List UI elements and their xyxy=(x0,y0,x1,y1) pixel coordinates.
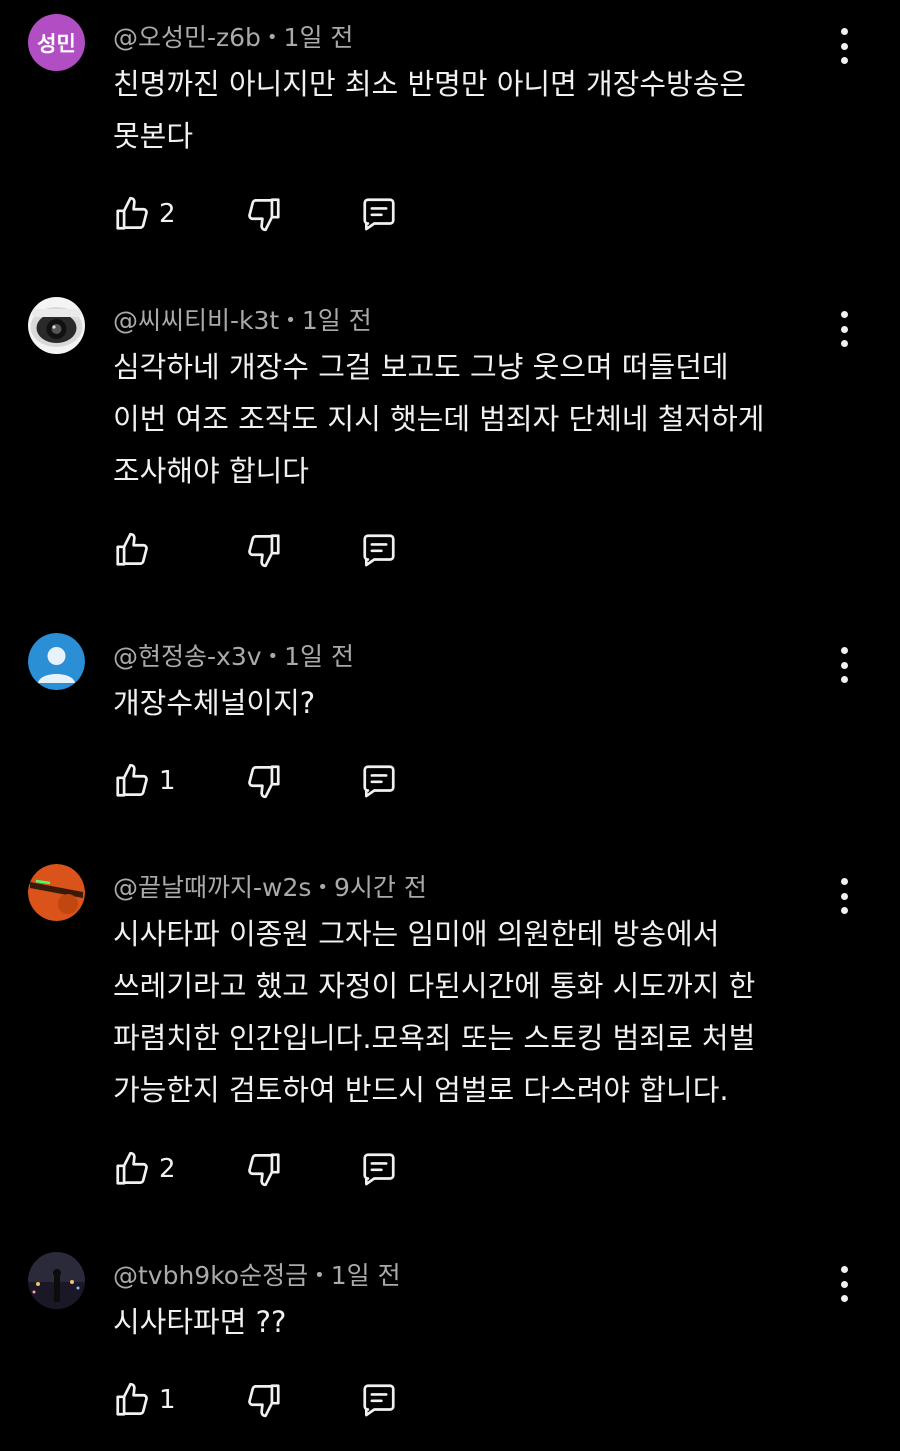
avatar[interactable] xyxy=(28,633,85,690)
reply-button[interactable] xyxy=(360,761,398,801)
comment-text: 심각하네 개장수 그걸 보고도 그냥 웃으며 떠들던데 이번 여조 조작도 지시… xyxy=(113,341,813,497)
author-handle[interactable]: @tvbh9ko순정금 xyxy=(113,1261,308,1290)
like-button[interactable] xyxy=(113,530,159,570)
like-count: 1 xyxy=(159,766,176,796)
comment-line: 쓰레기라고 했고 자정이 다된시간에 통화 시도까지 한 xyxy=(113,969,756,1003)
comment-text: 친명까진 아니지만 최소 반명만 아니면 개장수방송은 못본다 xyxy=(113,58,813,162)
comment-line: 시사타파 이종원 그자는 임미애 의원한테 방송에서 xyxy=(113,917,720,951)
avatar[interactable] xyxy=(28,864,85,921)
thumbs-up-icon xyxy=(116,1151,148,1185)
reply-comment-icon xyxy=(363,534,395,567)
comment-line: 이번 여조 조작도 지시 햇는데 범죄자 단체네 철저하게 xyxy=(113,402,765,436)
like-button[interactable]: 1 xyxy=(113,761,176,801)
more-options-icon[interactable] xyxy=(828,311,860,347)
more-options-icon[interactable] xyxy=(828,1266,860,1302)
comment-meta: @씨씨티비-k3t • 1일 전 xyxy=(113,301,372,337)
comment-text: 시사타파 이종원 그자는 임미애 의원한테 방송에서 쓰레기라고 했고 자정이 … xyxy=(113,908,813,1116)
reply-comment-icon xyxy=(363,1153,395,1186)
comment-actions: 2 xyxy=(113,194,433,234)
dislike-button[interactable] xyxy=(245,1149,283,1189)
comment-line: 가능한지 검토하여 반드시 엄벌로 다스려야 합니다. xyxy=(113,1073,729,1107)
comment-actions: 2 xyxy=(113,1149,433,1189)
dislike-button[interactable] xyxy=(245,530,283,570)
reply-comment-icon xyxy=(363,198,395,231)
timestamp[interactable]: 1일 전 xyxy=(284,642,354,671)
thumbs-up-icon xyxy=(116,196,148,230)
reply-comment-icon xyxy=(363,1384,395,1417)
comment-meta: @tvbh9ko순정금 • 1일 전 xyxy=(113,1256,401,1292)
comment-actions xyxy=(113,530,433,570)
comment-line: 시사타파면 ?? xyxy=(113,1305,287,1339)
reply-button[interactable] xyxy=(360,530,398,570)
comment-line: 파렴치한 인간입니다.모욕죄 또는 스토킹 범죄로 처벌 xyxy=(113,1021,756,1055)
more-options-icon[interactable] xyxy=(828,28,860,64)
thumbs-down-icon xyxy=(248,534,280,568)
thumbs-up-icon xyxy=(116,763,148,797)
separator-dot: • xyxy=(285,310,296,331)
dislike-button[interactable] xyxy=(245,194,283,234)
comment-actions: 1 xyxy=(113,1380,433,1420)
like-button[interactable]: 2 xyxy=(113,1149,176,1189)
timestamp[interactable]: 9시간 전 xyxy=(334,873,427,902)
more-options-icon[interactable] xyxy=(828,878,860,914)
comment-meta: @끝날때까지-w2s • 9시간 전 xyxy=(113,868,427,904)
comment-line: 조사해야 합니다 xyxy=(113,454,309,488)
timestamp[interactable]: 1일 전 xyxy=(302,306,372,335)
thumbs-down-icon xyxy=(248,198,280,232)
separator-dot: • xyxy=(317,877,329,898)
comment-line: 친명까진 아니지만 최소 반명만 아니면 개장수방송은 xyxy=(113,67,747,101)
author-handle[interactable]: @현정송-x3v xyxy=(113,642,262,671)
author-handle[interactable]: @오성민-z6b xyxy=(113,23,261,52)
orange-photo-avatar-icon xyxy=(28,864,85,921)
cctv-camera-icon xyxy=(28,297,85,354)
avatar[interactable] xyxy=(28,297,85,354)
avatar-initials: 성민 xyxy=(28,14,85,71)
dislike-button[interactable] xyxy=(245,761,283,801)
comment-text: 시사타파면 ?? xyxy=(113,1296,813,1348)
separator-dot: • xyxy=(314,1265,325,1286)
dislike-button[interactable] xyxy=(245,1380,283,1420)
more-options-icon[interactable] xyxy=(828,647,860,683)
like-button[interactable]: 1 xyxy=(113,1380,176,1420)
reply-button[interactable] xyxy=(360,1149,398,1189)
separator-dot: • xyxy=(267,646,279,667)
reply-button[interactable] xyxy=(360,194,398,234)
timestamp[interactable]: 1일 전 xyxy=(284,23,354,52)
thumbs-up-icon xyxy=(116,1382,148,1416)
like-count: 2 xyxy=(159,199,176,229)
thumbs-up-icon xyxy=(116,532,148,566)
separator-dot: • xyxy=(266,27,278,48)
reply-button[interactable] xyxy=(360,1380,398,1420)
thumbs-down-icon xyxy=(248,1153,280,1187)
like-count: 1 xyxy=(159,1385,176,1415)
comment-line: 개장수체널이지? xyxy=(113,686,316,720)
comment-meta: @현정송-x3v • 1일 전 xyxy=(113,637,354,673)
comment-line: 못본다 xyxy=(113,119,194,153)
default-person-avatar-icon xyxy=(28,633,85,690)
comment-actions: 1 xyxy=(113,761,433,801)
comment-line: 심각하네 개장수 그걸 보고도 그냥 웃으며 떠들던데 xyxy=(113,350,729,384)
like-count: 2 xyxy=(159,1154,176,1184)
comment-meta: @오성민-z6b • 1일 전 xyxy=(113,18,353,54)
avatar[interactable] xyxy=(28,1252,85,1309)
timestamp[interactable]: 1일 전 xyxy=(331,1261,401,1290)
thumbs-down-icon xyxy=(248,765,280,799)
night-photo-avatar-icon xyxy=(28,1252,85,1309)
author-handle[interactable]: @씨씨티비-k3t xyxy=(113,306,279,335)
reply-comment-icon xyxy=(363,765,395,798)
like-button[interactable]: 2 xyxy=(113,194,176,234)
comment-text: 개장수체널이지? xyxy=(113,677,813,729)
avatar[interactable]: 성민 xyxy=(28,14,85,71)
author-handle[interactable]: @끝날때까지-w2s xyxy=(113,873,311,902)
thumbs-down-icon xyxy=(248,1384,280,1418)
